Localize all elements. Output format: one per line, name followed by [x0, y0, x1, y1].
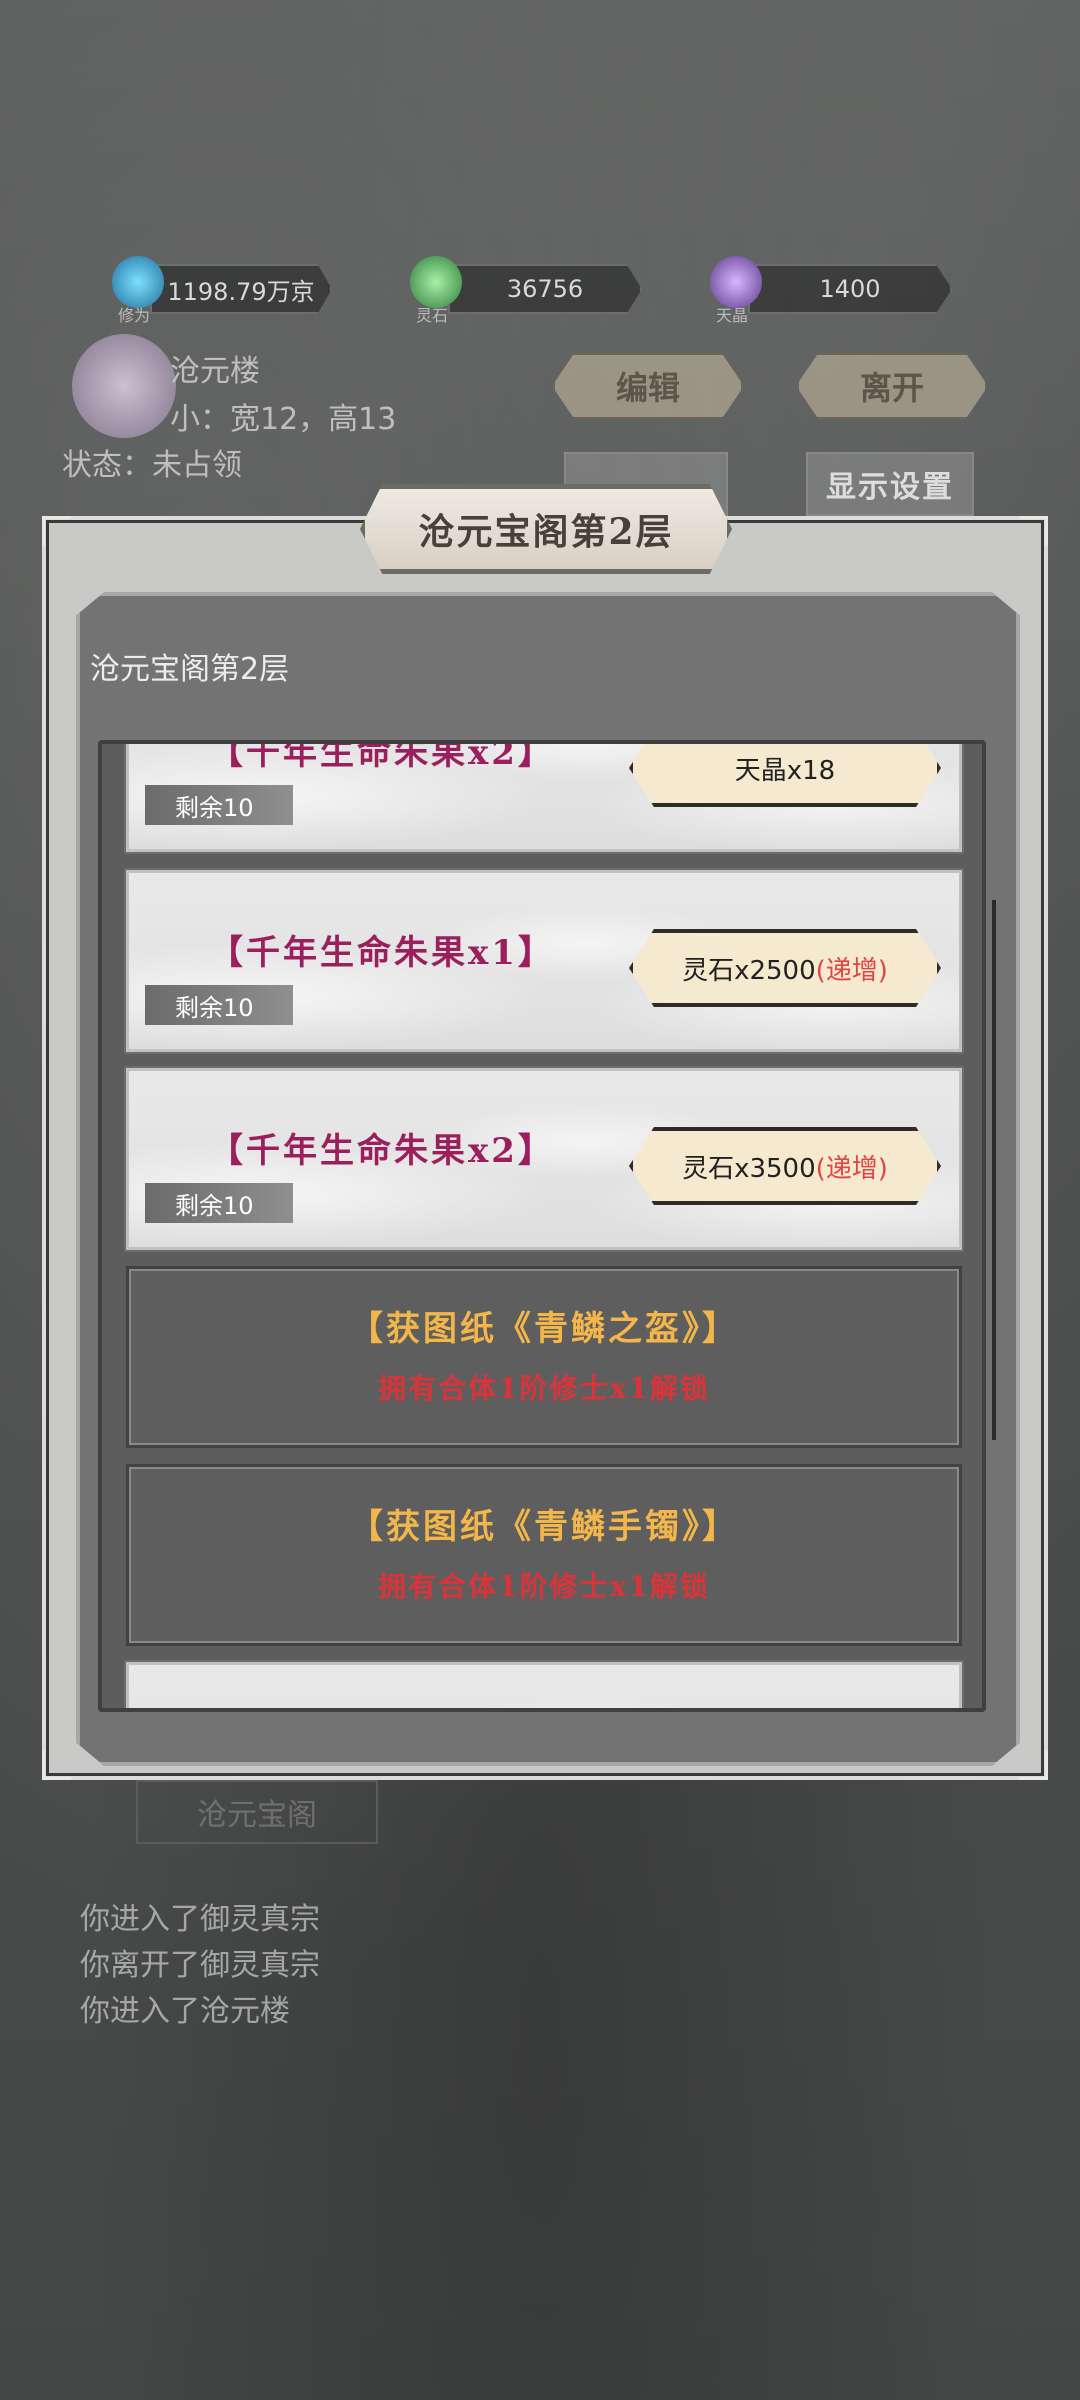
- dialog-corner: [1019, 1751, 1048, 1780]
- log-line: 你进入了沧元楼: [80, 1994, 290, 2029]
- price-suffix: (递增): [815, 1153, 888, 1184]
- shop-item[interactable]: 【千年生命朱果x1】 剩余10 灵石x2500 (递增): [126, 870, 962, 1052]
- cultivation-caption: 修为: [118, 306, 151, 325]
- dialog-corner: [42, 516, 71, 545]
- edit-button[interactable]: 编辑: [552, 352, 744, 420]
- remaining-count: 剩余10: [145, 985, 293, 1025]
- remaining-count: 剩余10: [145, 1183, 293, 1223]
- item-name: 【千年生命朱果x2】: [209, 1131, 555, 1171]
- shop-item[interactable]: 【千年生命朱果x2】 剩余10 天晶x18: [126, 740, 962, 852]
- item-name: 【千年生命朱果x2】: [209, 740, 555, 773]
- unlock-requirement: 拥有合体1阶修士x1解锁: [378, 1570, 710, 1603]
- shop-item[interactable]: 【千年生命朱果x2】 剩余10 灵石x3500 (递增): [126, 1068, 962, 1250]
- dialog-corner: [1019, 516, 1048, 545]
- price-label: 灵石x3500: [682, 1153, 816, 1184]
- location-size: 小：宽12，高13: [170, 402, 397, 437]
- buy-button[interactable]: 灵石x2500 (递增): [629, 929, 941, 1007]
- avatar[interactable]: [72, 334, 176, 438]
- cloud-pattern: [129, 1665, 959, 1708]
- spirit-stone-resource: 36756 灵石: [410, 256, 642, 325]
- log-line: 你进入了御灵真宗: [80, 1902, 320, 1937]
- buy-button[interactable]: 灵石x3500 (递增): [629, 1127, 941, 1205]
- spirit-stone-caption: 灵石: [416, 306, 449, 325]
- item-name: 【千年生命朱果x1】: [209, 933, 555, 973]
- remaining-count: 剩余10: [145, 785, 293, 825]
- cultivation-value: 1198.79万京: [150, 264, 332, 314]
- price-suffix: (递增): [815, 955, 888, 986]
- shop-item-list[interactable]: 【千年生命朱果x2】 剩余10 天晶x18 【千年生命朱果x1】 剩余10 灵石…: [98, 740, 986, 1712]
- dialog-corner: [42, 1751, 71, 1780]
- cultivation-resource: 1198.79万京 修为: [112, 256, 332, 325]
- spirit-stone-icon: [410, 256, 462, 308]
- sky-crystal-caption: 天晶: [716, 306, 749, 325]
- spirit-stone-value: 36756: [448, 264, 642, 314]
- buy-button[interactable]: 天晶x18: [629, 744, 941, 807]
- sky-crystal-icon: [710, 256, 762, 308]
- display-settings-button[interactable]: 显示设置: [806, 452, 974, 516]
- location-status: 状态：未占领: [62, 448, 242, 483]
- scrollbar[interactable]: [992, 900, 996, 1440]
- dialog-subtitle: 沧元宝阁第2层: [90, 652, 290, 687]
- cultivation-flame-icon: [112, 256, 164, 308]
- location-name: 沧元楼: [170, 354, 260, 389]
- locked-item[interactable]: 【获图纸《青鳞之盔》】 拥有合体1阶修士x1解锁: [126, 1266, 962, 1448]
- shop-item[interactable]: [126, 1662, 962, 1708]
- locked-item[interactable]: 【获图纸《青鳞手镯》】 拥有合体1阶修士x1解锁: [126, 1464, 962, 1646]
- tab-treasure-pavilion[interactable]: 沧元宝阁: [136, 1780, 378, 1844]
- price-label: 天晶x18: [734, 755, 836, 786]
- price-label: 灵石x2500: [682, 955, 816, 986]
- sky-crystal-resource: 1400 天晶: [710, 256, 952, 325]
- log-line: 你离开了御灵真宗: [80, 1948, 320, 1983]
- locked-item-title: 【获图纸《青鳞之盔》】: [349, 1309, 739, 1349]
- locked-item-title: 【获图纸《青鳞手镯》】: [349, 1507, 739, 1547]
- leave-button[interactable]: 离开: [796, 352, 988, 420]
- sky-crystal-value: 1400: [748, 264, 952, 314]
- dialog-title: 沧元宝阁第2层: [360, 484, 732, 574]
- unlock-requirement: 拥有合体1阶修士x1解锁: [378, 1372, 710, 1405]
